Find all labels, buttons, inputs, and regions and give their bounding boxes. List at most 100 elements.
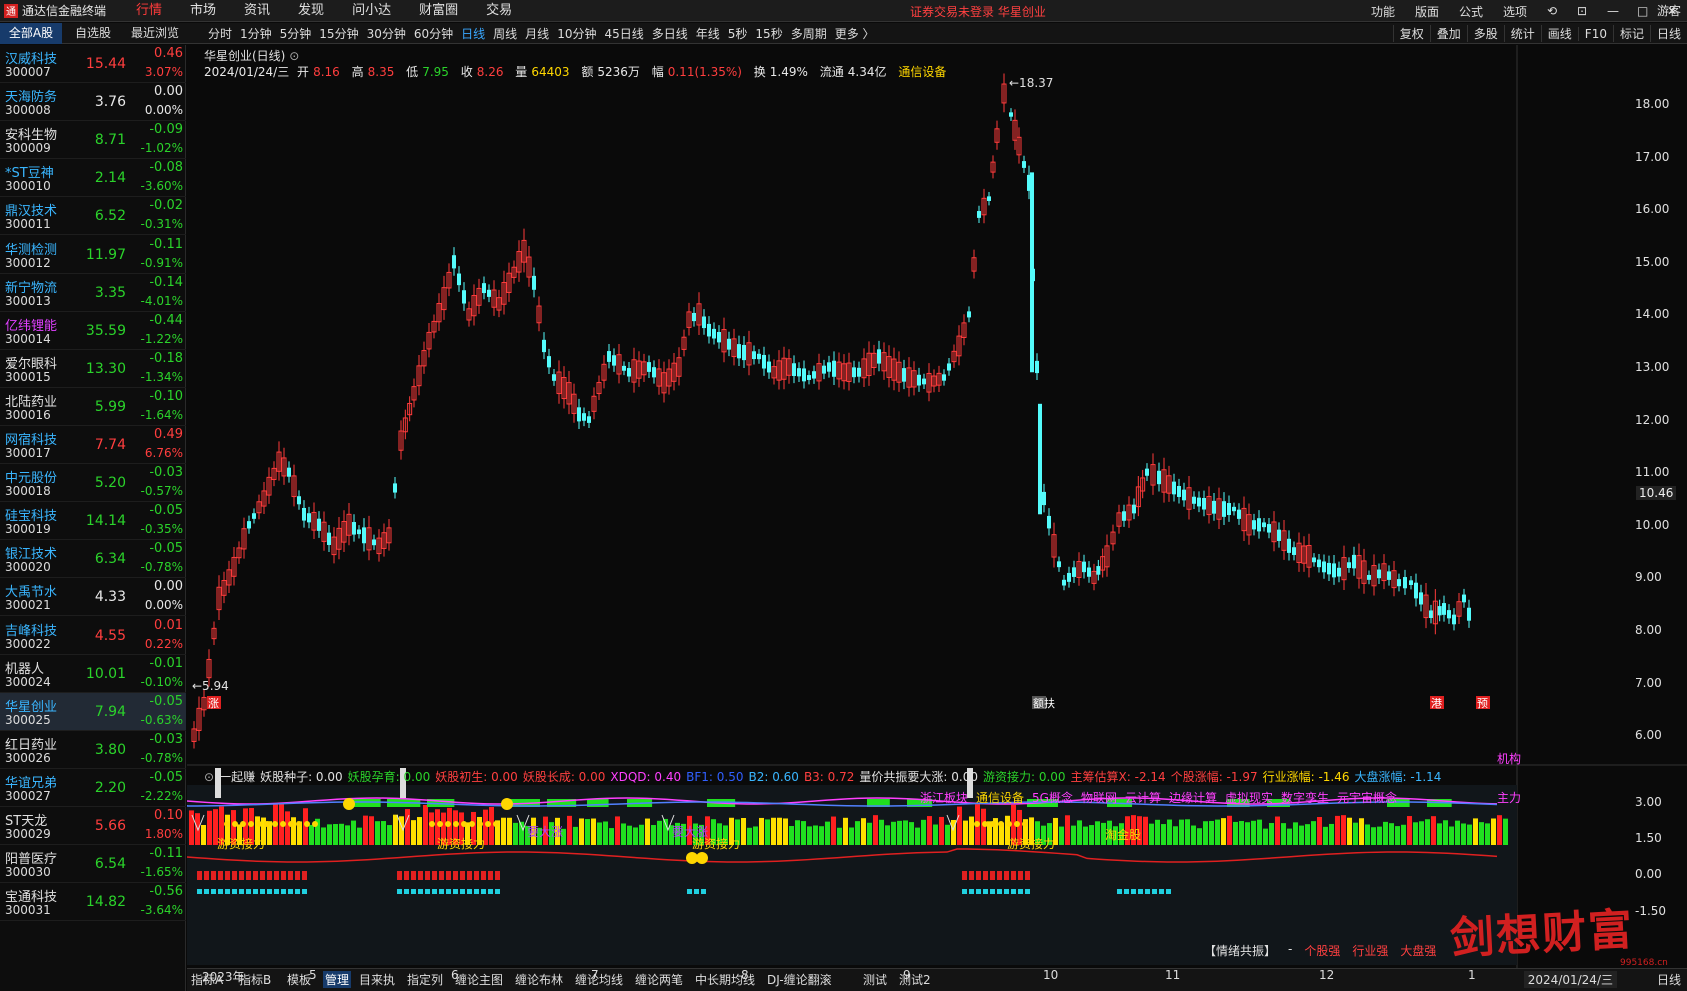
stock-row[interactable]: 宝通科技 300031 14.82 -0.56 -3.64% [0,883,186,922]
stock-row[interactable]: 华星创业 300025 7.94 -0.05 -0.63% [0,692,186,731]
tab-recent[interactable]: 最近浏览 [124,23,186,44]
concept-tag[interactable]: 边缘计算 [1169,789,1217,806]
stock-code: 300020 [5,560,51,575]
stock-row[interactable]: 银江技术 300020 6.34 -0.05 -0.78% [0,540,186,579]
tool-2[interactable]: 多股 [1466,25,1504,42]
period-2[interactable]: 5分钟 [276,25,316,42]
stock-row[interactable]: 安科生物 300009 8.71 -0.09 -1.02% [0,121,186,160]
period-8[interactable]: 月线 [521,25,553,42]
stock-row[interactable]: 硅宝科技 300019 14.14 -0.05 -0.35% [0,502,186,541]
stock-row[interactable]: 鼎汉技术 300011 6.52 -0.02 -0.31% [0,197,186,236]
concept-tag[interactable]: 物联网 [1081,789,1117,806]
period-15[interactable]: 多周期 [787,25,831,42]
period-13[interactable]: 5秒 [724,25,752,42]
concept-tag[interactable]: 云计算 [1125,789,1161,806]
bottom-tab-7[interactable]: 缠论布林 [515,971,563,988]
main-menu-item-5[interactable]: 财富圈 [405,0,472,22]
main-menu-item-6[interactable]: 交易 [472,0,526,22]
period-5[interactable]: 60分钟 [410,25,457,42]
main-menu-item-0[interactable]: 行情 [122,0,176,22]
stock-row[interactable]: 华测检测 300012 11.97 -0.11 -0.91% [0,236,186,274]
stock-row[interactable]: 大禹节水 300021 4.33 0.00 0.00% [0,578,186,617]
stock-row[interactable]: 红日药业 300026 3.80 -0.03 -0.78% [0,731,186,769]
signal-block-cyan [397,889,402,894]
main-menu-item-3[interactable]: 发现 [284,0,338,22]
menu-formula[interactable]: 公式 [1449,3,1493,20]
bottom-tab-12[interactable]: 测试 [863,971,887,988]
stock-row[interactable]: *ST豆神 300010 2.14 -0.08 -3.60% [0,159,186,198]
candlestick-chart[interactable]: ←18.37←5.94涨 额扶港预游资接力 游资接力 游资接力 游资接力要大涨 要大涨 淘金… [187,45,1687,968]
period-4[interactable]: 30分钟 [363,25,410,42]
bottom-tab-2[interactable]: 模板 [287,971,311,988]
concept-tag[interactable]: 数字孪生 [1281,789,1329,806]
signal-block-cyan [439,889,444,894]
bottom-tab-8[interactable]: 缠论均线 [575,971,623,988]
stock-row[interactable]: 汉威科技 300007 15.44 0.46 3.07% [0,45,186,83]
menu-options[interactable]: 选项 [1493,3,1537,20]
period-11[interactable]: 多日线 [648,25,692,42]
stock-row[interactable]: 北陆药业 300016 5.99 -0.10 -1.64% [0,388,186,426]
menu-function[interactable]: 功能 [1361,3,1405,20]
candle-body-down [482,283,486,294]
collapse-icon[interactable]: ⊙ [204,770,214,784]
bottom-tab-3[interactable]: 管理 [323,971,352,988]
stock-row[interactable]: 吉峰科技 300022 4.55 0.01 0.22% [0,617,186,655]
bottom-tab-11[interactable]: DJ-缠论翻滚 [767,971,832,988]
login-notice[interactable]: 证券交易未登录 华星创业 [910,3,1046,20]
period-7[interactable]: 周线 [489,25,521,42]
tool-0[interactable]: 复权 [1392,25,1430,42]
stock-row[interactable]: 亿纬锂能 300014 35.59 -0.44 -1.22% [0,312,186,350]
concept-tag[interactable]: 浙江板块 [920,789,968,806]
indicator-bar [795,820,800,845]
bottom-tab-9[interactable]: 缠论两笔 [635,971,683,988]
period-6[interactable]: 日线 [457,25,489,42]
period-16[interactable]: 更多 〉 [831,25,879,42]
stock-pct: 0.00% [144,103,183,118]
refresh-icon[interactable]: ⟲ [1537,4,1567,18]
bottom-tab-5[interactable]: 指定列 [407,971,443,988]
main-menu-item-4[interactable]: 问小达 [338,0,405,22]
period-3[interactable]: 15分钟 [315,25,362,42]
menu-layout[interactable]: 版面 [1405,3,1449,20]
lock-icon[interactable]: ⊡ [1567,4,1597,18]
tool-4[interactable]: 画线 [1540,25,1578,42]
indicator-bar [1221,818,1226,845]
signal-block-cyan [460,889,465,894]
concept-tag[interactable]: 虚拟现实 [1225,789,1273,806]
stock-row[interactable]: 华谊兄弟 300027 2.20 -0.05 -2.22% [0,769,186,807]
period-10[interactable]: 45日线 [600,25,647,42]
dropdown-icon[interactable]: ⊙ [289,49,299,63]
period-9[interactable]: 10分钟 [553,25,600,42]
period-12[interactable]: 年线 [692,25,724,42]
guest-label[interactable]: 游客 [1657,2,1681,19]
stock-row[interactable]: 中元股份 300018 5.20 -0.03 -0.57% [0,464,186,503]
concept-tag[interactable]: 通信设备 [976,789,1024,806]
stock-row[interactable]: 天海防务 300008 3.76 0.00 0.00% [0,83,186,122]
period-1[interactable]: 1分钟 [236,25,276,42]
tool-1[interactable]: 叠加 [1429,25,1467,42]
stock-row[interactable]: ST天龙 300029 5.66 0.10 1.80% [0,807,186,845]
bottom-tab-4[interactable]: 目来执 [359,971,395,988]
period-14[interactable]: 15秒 [751,25,786,42]
concept-tag[interactable]: 5G概念 [1032,789,1073,806]
stock-row[interactable]: 网宿科技 300017 7.74 0.49 6.76% [0,426,186,464]
tab-all-a-shares[interactable]: 全部A股 [0,23,62,44]
main-menu-item-2[interactable]: 资讯 [230,0,284,22]
period-0[interactable]: 分时 [204,25,236,42]
sector-link[interactable]: 通信设备 [898,65,946,79]
stock-row[interactable]: 机器人 300024 10.01 -0.01 -0.10% [0,655,186,693]
minimize-button[interactable]: — [1597,4,1627,18]
stock-row[interactable]: 新宁物流 300013 3.35 -0.14 -4.01% [0,274,186,312]
stock-row[interactable]: 爱尔眼科 300015 13.30 -0.18 -1.34% [0,350,186,388]
stock-row[interactable]: 阳普医疗 300030 6.54 -0.11 -1.65% [0,845,186,884]
maximize-button[interactable]: □ [1627,4,1657,18]
concept-tag[interactable]: 元宇宙概念 [1337,789,1397,806]
tab-watchlist[interactable]: 自选股 [62,23,124,44]
bottom-period[interactable]: 日线 [1657,971,1681,988]
main-menu-item-1[interactable]: 市场 [176,0,230,22]
bottom-tab-6[interactable]: 缠论主图 [455,971,503,988]
tool-5[interactable]: F10 [1577,26,1613,41]
tool-7[interactable]: 日线 [1649,25,1687,42]
tool-3[interactable]: 统计 [1503,25,1541,42]
tool-6[interactable]: 标记 [1612,25,1650,42]
